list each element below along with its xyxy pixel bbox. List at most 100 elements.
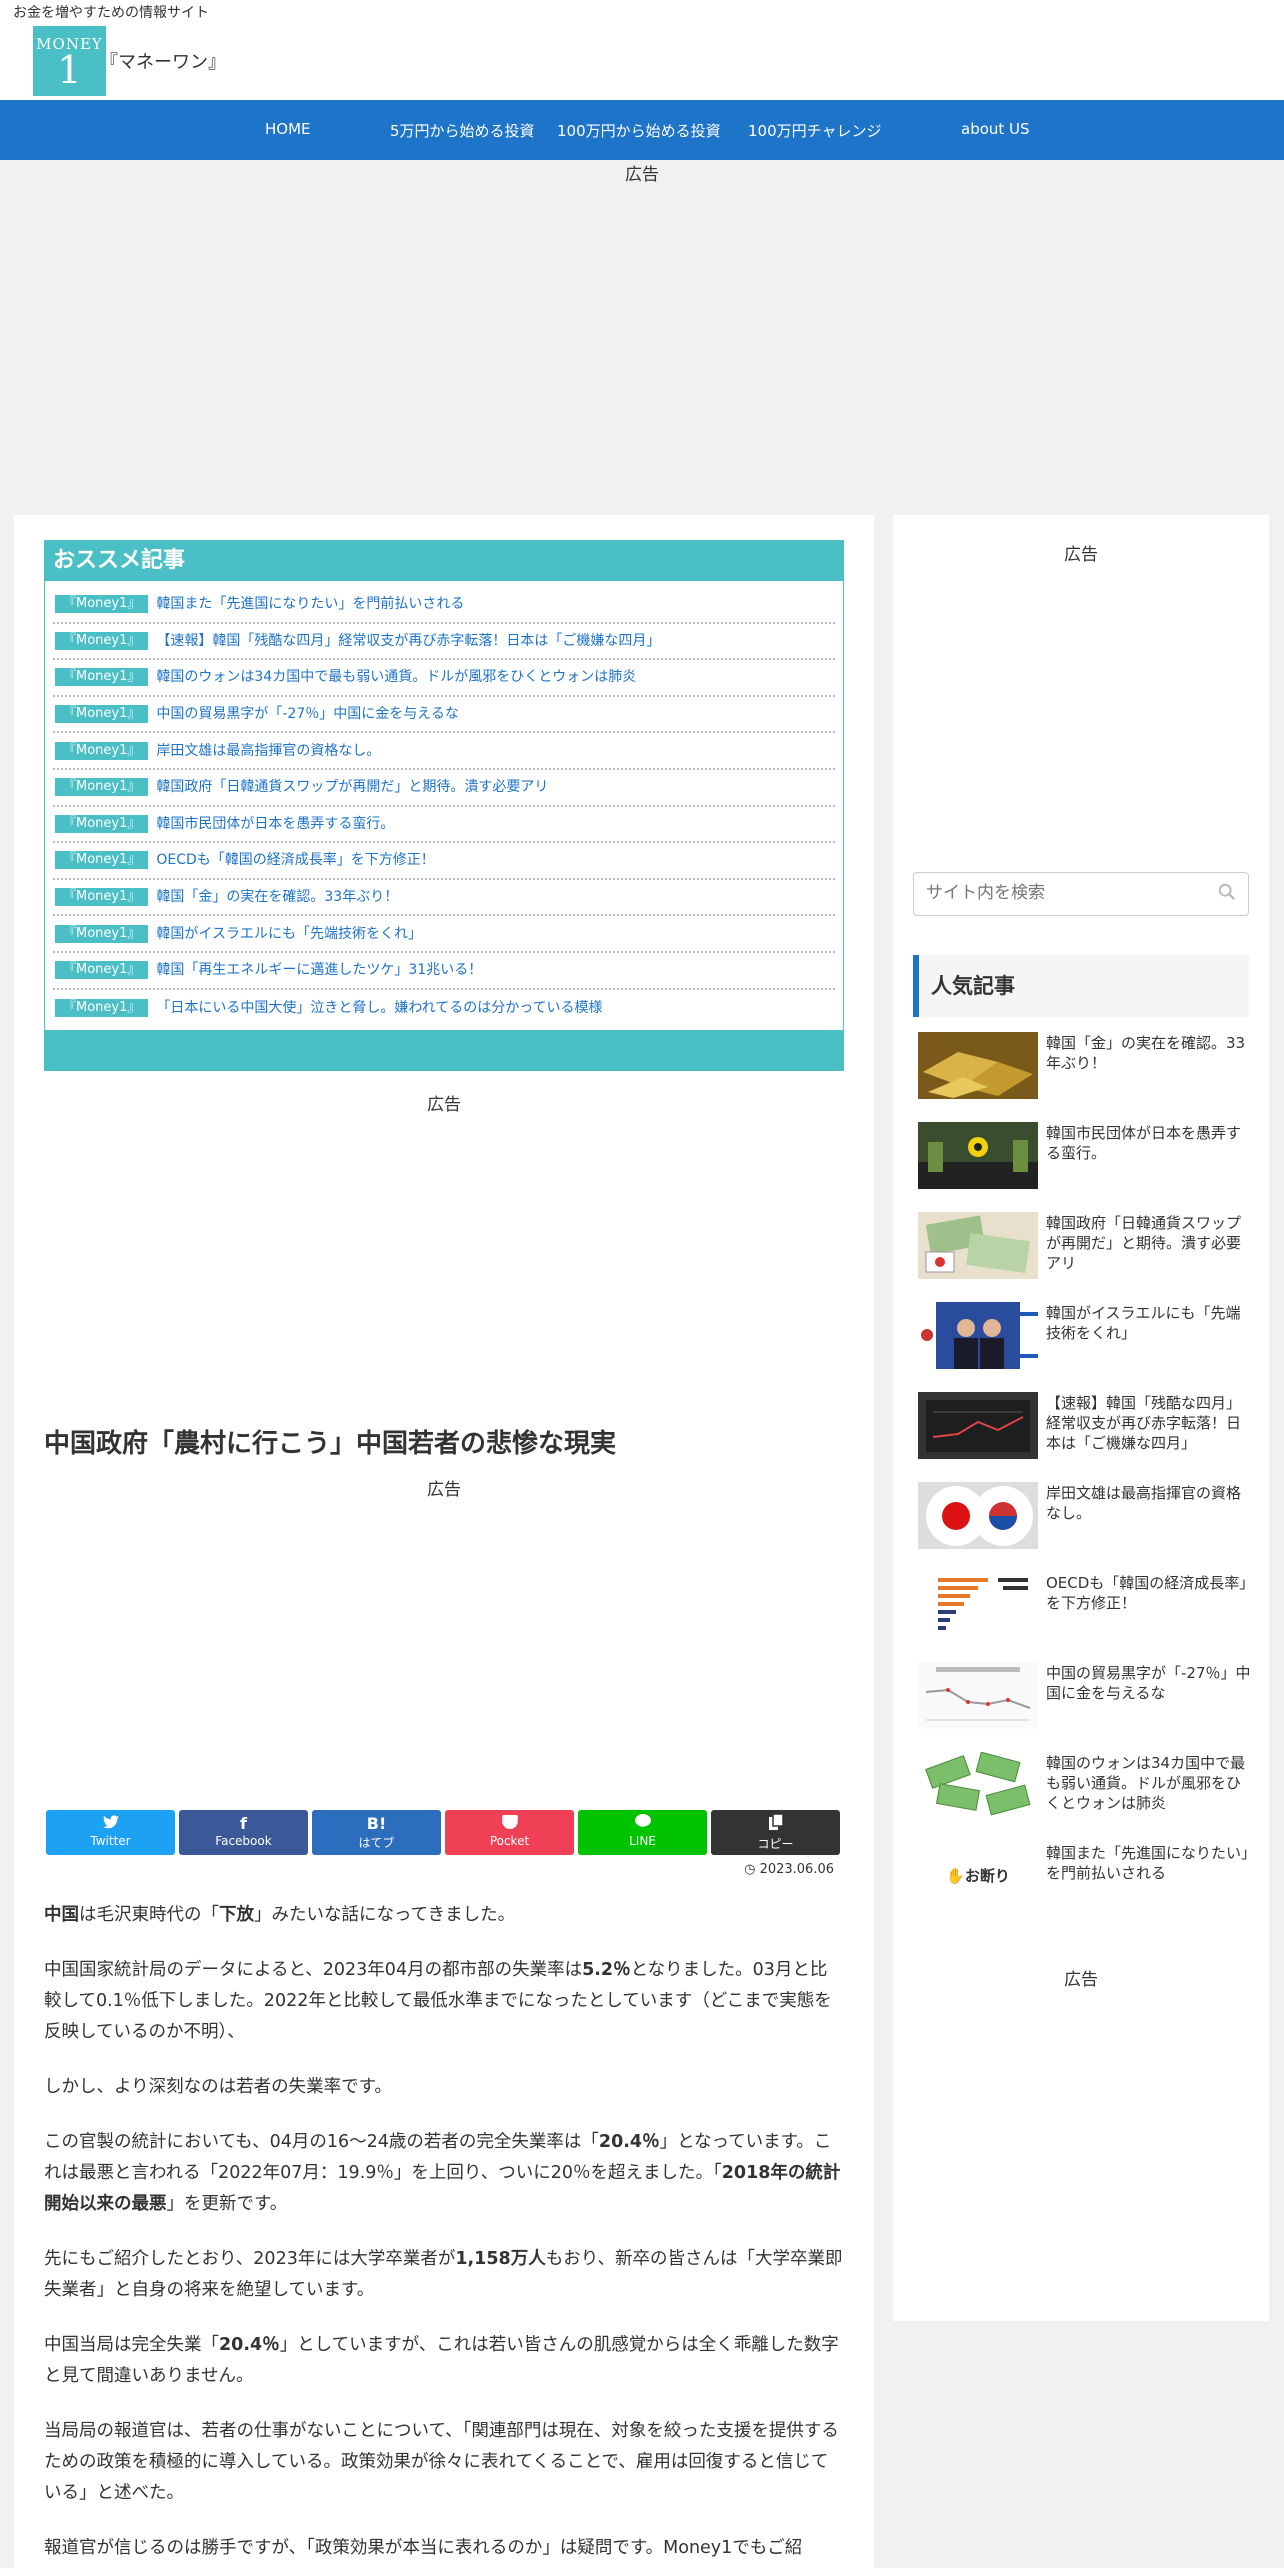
popular-item[interactable]: 韓国政府「日韓通貨スワップが再開だ」と期待。潰す必要アリ xyxy=(918,1212,1254,1302)
site-logo[interactable]: MONEY 1 xyxy=(33,26,106,96)
popular-item[interactable]: 中国の貿易黒字が「-27％」中国に金を与えるな xyxy=(918,1662,1254,1752)
popular-item[interactable]: ✋ お断り 韓国また「先進国になりたい」を門前払いされる xyxy=(918,1842,1254,1932)
popular-title[interactable]: OECDも「韓国の経済成長率」を下方修正！ xyxy=(1046,1572,1254,1662)
recommend-link[interactable]: 中国の貿易黒字が「-27％」中国に金を与えるな xyxy=(156,699,458,729)
ad-label: 広告 xyxy=(1064,545,1098,565)
ad-label: 広告 xyxy=(427,1095,461,1115)
popular-thumbnail[interactable] xyxy=(918,1392,1038,1459)
popular-item[interactable]: 韓国がイスラエルにも「先端技術をくれ」 xyxy=(918,1302,1254,1392)
pocket-icon xyxy=(445,1814,574,1834)
popular-thumbnail[interactable] xyxy=(918,1662,1038,1729)
share-facebook-button[interactable]: f Facebook xyxy=(179,1810,308,1855)
nav-invest-50k[interactable]: 5万円から始める投資 xyxy=(390,120,535,141)
recommend-link[interactable]: 岸田文雄は最高指揮官の資格なし。 xyxy=(156,736,380,766)
nav-invest-1m[interactable]: 100万円から始める投資 xyxy=(557,120,721,141)
recommend-item[interactable]: 『Money1』 韓国市民団体が日本を愚弄する蛮行。 xyxy=(53,807,835,844)
recommend-badge: 『Money1』 xyxy=(55,668,149,687)
recommend-item[interactable]: 『Money1』 韓国また「先進国になりたい」を門前払いされる xyxy=(53,587,835,624)
recommend-badge: 『Money1』 xyxy=(55,778,149,797)
popular-item[interactable]: 【速報】韓国「残酷な四月」経常収支が再び赤字転落！日本は「ご機嫌な四月」 xyxy=(918,1392,1254,1482)
paragraph: 中国は毛沢東時代の「下放」みたいな話になってきました。 xyxy=(44,1905,516,1925)
recommend-badge: 『Money1』 xyxy=(55,924,149,943)
recommend-item[interactable]: 『Money1』 【速報】韓国「残酷な四月」経常収支が再び赤字転落！日本は「ご機嫌… xyxy=(53,624,835,661)
share-label: LINE xyxy=(629,1834,656,1848)
popular-title[interactable]: 韓国政府「日韓通貨スワップが再開だ」と期待。潰す必要アリ xyxy=(1046,1212,1254,1302)
popular-item[interactable]: 岸田文雄は最高指揮官の資格なし。 xyxy=(918,1482,1254,1572)
popular-thumbnail[interactable] xyxy=(918,1122,1038,1189)
popular-title[interactable]: 中国の貿易黒字が「-27％」中国に金を与えるな xyxy=(1046,1662,1254,1752)
nav-about[interactable]: about US xyxy=(961,120,1030,138)
recommend-link[interactable]: 韓国がイスラエルにも「先端技術をくれ」 xyxy=(156,919,422,949)
share-twitter-button[interactable]: Twitter xyxy=(46,1810,175,1855)
recommend-item[interactable]: 『Money1』 韓国「再生エネルギーに邁進したツケ」31兆いる！ xyxy=(53,953,835,990)
popular-thumbnail[interactable] xyxy=(918,1212,1038,1279)
site-name[interactable]: 『マネーワン』 xyxy=(100,48,226,74)
recommend-link[interactable]: 韓国「再生エネルギーに邁進したツケ」31兆いる！ xyxy=(156,955,482,985)
popular-title[interactable]: 【速報】韓国「残酷な四月」経常収支が再び赤字転落！日本は「ご機嫌な四月」 xyxy=(1046,1392,1254,1482)
recommend-item[interactable]: 『Money1』 中国の貿易黒字が「-27％」中国に金を与えるな xyxy=(53,697,835,734)
recommend-link[interactable]: 【速報】韓国「残酷な四月」経常収支が再び赤字転落！日本は「ご機嫌な四月」 xyxy=(156,626,660,656)
popular-item[interactable]: 韓国市民団体が日本を愚弄する蛮行。 xyxy=(918,1122,1254,1212)
recommend-badge: 『Money1』 xyxy=(55,631,149,650)
paragraph: 中国当局は完全失業「20.4％」としていますが、これは若い皆さんの肌感覚からは全… xyxy=(44,2335,839,2386)
hatena-icon: B! xyxy=(366,1814,387,1833)
share-buttons: Twitter f Facebook B! はてブ Pocket LINE コピ… xyxy=(46,1810,840,1855)
share-hatena-button[interactable]: B! はてブ xyxy=(312,1810,441,1855)
recommend-link[interactable]: 韓国政府「日韓通貨スワップが再開だ」と期待。潰す必要アリ xyxy=(156,772,548,802)
ad-mid-1: 広告 xyxy=(14,1090,874,1115)
share-copy-button[interactable]: コピー xyxy=(711,1810,840,1855)
recommend-list: 『Money1』 韓国また「先進国になりたい」を門前払いされる 『Money1』 【速… xyxy=(45,581,843,1030)
popular-item[interactable]: 韓国「金」の実在を確認。33年ぶり！ xyxy=(918,1032,1254,1122)
recommend-link[interactable]: 「日本にいる中国大使」泣きと脅し。嫌われてるのは分かっている模様 xyxy=(156,993,602,1023)
search-icon[interactable] xyxy=(1218,883,1236,901)
popular-thumbnail[interactable] xyxy=(918,1751,1038,1819)
recommend-badge: 『Money1』 xyxy=(55,888,149,907)
sidebar: 広告 人気記事 韓国「金」の実在を確認。33年ぶり！韓国市民団体が日本を愚弄する… xyxy=(893,515,1269,2321)
recommend-link[interactable]: 韓国「金」の実在を確認。33年ぶり！ xyxy=(156,882,398,912)
recommend-item[interactable]: 『Money1』 OECDも「韓国の経済成長率」を下方修正！ xyxy=(53,843,835,880)
site-header: お金を増やすための情報サイト MONEY 1 『マネーワン』 xyxy=(0,0,1284,100)
main-content: おススメ記事 『Money1』 韓国また「先進国になりたい」を門前払いされる 『Mo… xyxy=(14,515,874,2568)
share-line-button[interactable]: LINE xyxy=(578,1810,707,1855)
popular-thumbnail[interactable] xyxy=(918,1482,1038,1549)
recommend-item[interactable]: 『Money1』 「日本にいる中国大使」泣きと脅し。嫌われてるのは分かっている模様 xyxy=(53,990,835,1027)
recommend-badge: 『Money1』 xyxy=(55,851,149,870)
twitter-icon xyxy=(46,1814,175,1834)
recommend-item[interactable]: 『Money1』 韓国のウォンは34カ国中で最も弱い通貨。ドルが風邪をひくとウォン… xyxy=(53,660,835,697)
popular-list: 韓国「金」の実在を確認。33年ぶり！ 韓国市民団体が日本を愚弄する蛮行。 韓国政府「… xyxy=(918,1032,1254,1932)
popular-title[interactable]: 韓国また「先進国になりたい」を門前払いされる xyxy=(1046,1842,1254,1932)
popular-thumbnail[interactable] xyxy=(918,1572,1038,1639)
paragraph: 報道官が信じるのは勝手ですが、「政策効果が本当に表れるのか」は疑問です。Mone… xyxy=(44,2538,803,2558)
popular-item[interactable]: 韓国のウォンは34カ国中で最も弱い通貨。ドルが風邪をひくとウォンは肺炎 xyxy=(918,1751,1254,1842)
popular-heading: 人気記事 xyxy=(913,955,1249,1017)
recommend-item[interactable]: 『Money1』 韓国がイスラエルにも「先端技術をくれ」 xyxy=(53,916,835,953)
recommend-link[interactable]: OECDも「韓国の経済成長率」を下方修正！ xyxy=(156,845,434,875)
recommend-badge: 『Money1』 xyxy=(55,595,149,614)
popular-title[interactable]: 韓国市民団体が日本を愚弄する蛮行。 xyxy=(1046,1122,1254,1212)
recommend-link[interactable]: 韓国また「先進国になりたい」を門前払いされる xyxy=(156,589,464,619)
popular-item[interactable]: OECDも「韓国の経済成長率」を下方修正！ xyxy=(918,1572,1254,1662)
ad-label: 広告 xyxy=(625,165,659,185)
ad-mid-2: 広告 xyxy=(14,1475,874,1500)
recommend-link[interactable]: 韓国市民団体が日本を愚弄する蛮行。 xyxy=(156,809,394,839)
popular-thumbnail[interactable]: ✋ お断り xyxy=(918,1842,1038,1909)
site-tagline: お金を増やすための情報サイト xyxy=(13,5,209,21)
sidebar-ad-bottom: 広告 xyxy=(893,1965,1269,1990)
popular-title[interactable]: 韓国「金」の実在を確認。33年ぶり！ xyxy=(1046,1032,1254,1122)
popular-thumbnail[interactable] xyxy=(918,1032,1038,1099)
nav-challenge-1m[interactable]: 100万円チャレンジ xyxy=(748,120,881,141)
popular-title[interactable]: 岸田文雄は最高指揮官の資格なし。 xyxy=(1046,1482,1254,1572)
search-input[interactable] xyxy=(926,873,1206,913)
popular-thumbnail[interactable] xyxy=(918,1302,1038,1369)
popular-title[interactable]: 韓国のウォンは34カ国中で最も弱い通貨。ドルが風邪をひくとウォンは肺炎 xyxy=(1046,1752,1254,1842)
recommend-item[interactable]: 『Money1』 韓国政府「日韓通貨スワップが再開だ」と期待。潰す必要アリ xyxy=(53,770,835,807)
article-title: 中国政府「農村に行こう」中国若者の悲惨な現実 xyxy=(44,1429,617,1459)
recommend-item[interactable]: 『Money1』 韓国「金」の実在を確認。33年ぶり！ xyxy=(53,880,835,917)
share-pocket-button[interactable]: Pocket xyxy=(445,1810,574,1855)
recommend-item[interactable]: 『Money1』 岸田文雄は最高指揮官の資格なし。 xyxy=(53,733,835,770)
copy-icon xyxy=(711,1813,840,1835)
share-label: Pocket xyxy=(489,1834,530,1848)
recommend-link[interactable]: 韓国のウォンは34カ国中で最も弱い通貨。ドルが風邪をひくとウォンは肺炎 xyxy=(156,662,636,692)
popular-title[interactable]: 韓国がイスラエルにも「先端技術をくれ」 xyxy=(1046,1302,1254,1392)
nav-home[interactable]: HOME xyxy=(265,120,311,138)
